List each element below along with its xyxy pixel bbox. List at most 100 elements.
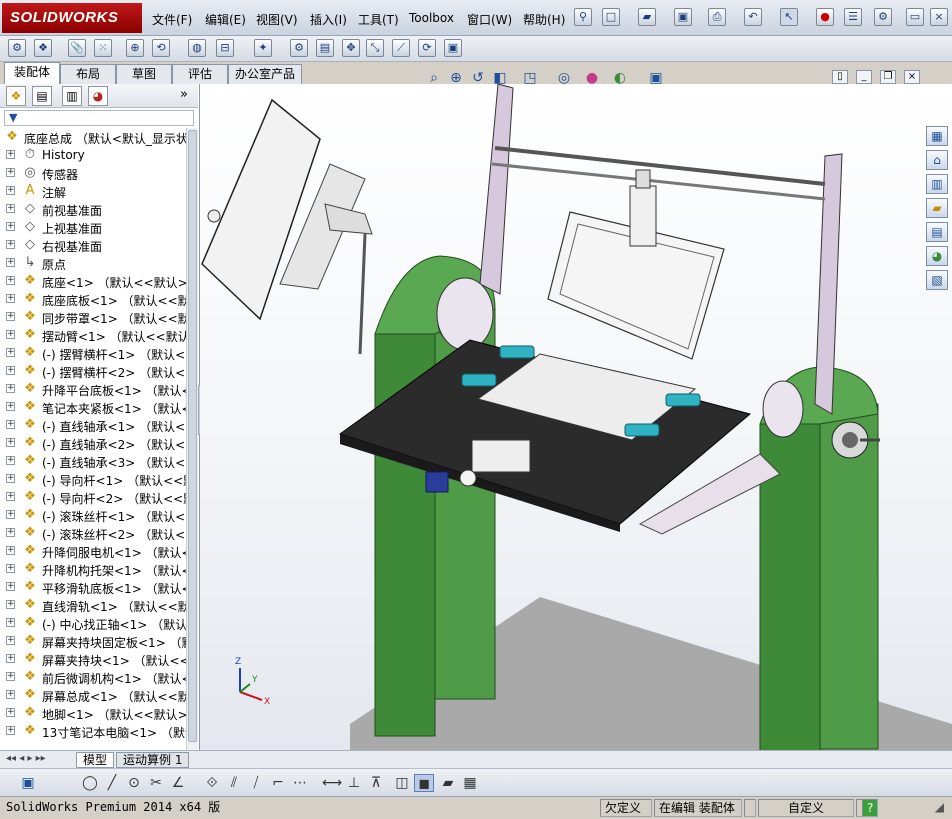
expand-toggle-icon[interactable]: + — [6, 420, 15, 429]
tree-scroll-thumb[interactable] — [188, 130, 197, 742]
explode-line-sketch-icon[interactable]: ⤡ — [366, 39, 384, 57]
insert-component-icon[interactable]: ⚙ — [8, 39, 26, 57]
menu-toolbox[interactable]: Toolbox — [409, 11, 454, 25]
tab-assembly[interactable]: 装配体 — [4, 62, 60, 84]
tree-item[interactable]: + ◇ 上视基准面 — [0, 218, 186, 236]
tab-office-products[interactable]: 办公室产品 — [228, 64, 302, 84]
expand-toggle-icon[interactable]: + — [6, 186, 15, 195]
tab-scroll-arrows-icon[interactable]: ◂◂ ◂ ▸ ▸▸ — [6, 753, 46, 764]
show-hidden-icon[interactable]: ◍ — [188, 39, 206, 57]
save-icon[interactable]: ▣ — [18, 774, 38, 792]
expand-toggle-icon[interactable]: + — [6, 366, 15, 375]
mate-icon[interactable]: 📎 — [68, 39, 86, 57]
construction-icon[interactable]: ⋯ — [290, 774, 310, 792]
menu-file[interactable]: 文件(F) — [152, 11, 192, 28]
relation-icon[interactable]: ⊥ — [344, 774, 364, 792]
file-properties-icon[interactable]: ☰ — [844, 8, 862, 26]
expand-toggle-icon[interactable]: + — [6, 654, 15, 663]
tree-item[interactable]: + ❖ 平移滑轨底板<1> （默认<< — [0, 578, 186, 596]
menu-window[interactable]: 窗口(W) — [467, 11, 512, 28]
offset-icon[interactable]: ⫽ — [224, 774, 244, 792]
file-explorer-icon[interactable]: ▰ — [926, 198, 948, 218]
viewport-restore-icon[interactable]: ❐ — [880, 70, 896, 84]
expand-toggle-icon[interactable]: + — [6, 384, 15, 393]
display-style-icon[interactable]: ◎ — [554, 68, 574, 88]
corner-icon[interactable]: ⌐ — [268, 774, 288, 792]
bill-of-materials-icon[interactable]: ▤ — [316, 39, 334, 57]
tree-item[interactable]: + ❖ 屏幕总成<1> （默认<<默认 — [0, 686, 186, 704]
tree-item[interactable]: + ❖ (-) 摆臂横杆<1> （默认<< — [0, 344, 186, 362]
display-manager-tab-icon[interactable]: ◕ — [88, 86, 108, 106]
undo-icon[interactable]: ↶ — [744, 8, 762, 26]
configuration-manager-tab-icon[interactable]: ▥ — [62, 86, 82, 106]
tree-filter-input[interactable]: ▼ — [4, 110, 194, 126]
tab-layout[interactable]: 布局 — [60, 64, 116, 84]
take-snapshot-icon[interactable]: ▣ — [444, 39, 462, 57]
expand-toggle-icon[interactable]: + — [6, 204, 15, 213]
section-view-icon[interactable]: ◧ — [490, 68, 510, 88]
tree-item[interactable]: + ❖ (-) 直线轴承<2> （默认<< — [0, 434, 186, 452]
tree-item[interactable]: + ↳ 原点 — [0, 254, 186, 272]
save-icon[interactable]: ▣ — [674, 8, 692, 26]
expand-toggle-icon[interactable]: + — [6, 726, 15, 735]
design-library-icon[interactable]: ▥ — [926, 174, 948, 194]
view-palette-icon[interactable]: ▤ — [926, 222, 948, 242]
tree-item[interactable]: + ❖ 底座底板<1> （默认<<默认 — [0, 290, 186, 308]
reference-geometry-icon[interactable]: ✦ — [254, 39, 272, 57]
tree-item[interactable]: + ❖ 摆动臂<1> （默认<<默认>_ — [0, 326, 186, 344]
status-units[interactable]: 自定义 — [758, 799, 854, 817]
expand-toggle-icon[interactable]: + — [6, 438, 15, 447]
convert-entities-icon[interactable]: ⟐ — [202, 774, 222, 792]
minimize-icon[interactable]: ▭ — [906, 8, 924, 26]
expand-toggle-icon[interactable]: + — [6, 222, 15, 231]
tree-item[interactable]: + ❖ (-) 滚珠丝杆<2> （默认<< — [0, 524, 186, 542]
tree-item[interactable]: + ❖ 屏幕夹持块固定板<1> （默 — [0, 632, 186, 650]
expand-toggle-icon[interactable]: + — [6, 546, 15, 555]
pin-icon[interactable]: ⚲ — [574, 8, 592, 26]
new-doc-icon[interactable]: □ — [602, 8, 620, 26]
print-icon[interactable]: ⎙ — [708, 8, 726, 26]
expand-toggle-icon[interactable]: + — [6, 636, 15, 645]
circle-icon[interactable]: ◯ — [80, 774, 100, 792]
view-cube-icon[interactable]: ◫ — [392, 774, 412, 792]
help-icon[interactable]: ? — [862, 799, 878, 817]
tree-item[interactable]: + ◇ 右视基准面 — [0, 236, 186, 254]
tree-item[interactable]: + ❖ (-) 摆臂横杆<2> （默认<< — [0, 362, 186, 380]
close-icon[interactable]: × — [930, 8, 948, 26]
new-motion-study-icon[interactable]: ⚙ — [290, 39, 308, 57]
expand-toggle-icon[interactable]: + — [6, 402, 15, 411]
menu-insert[interactable]: 插入(I) — [310, 11, 347, 28]
select-cursor-icon[interactable]: ↖ — [780, 8, 798, 26]
display-state-icon[interactable]: ▰ — [438, 774, 458, 792]
tree-item[interactable]: + ❖ 地脚<1> （默认<<默认>_显 — [0, 704, 186, 722]
expand-toggle-icon[interactable]: + — [6, 690, 15, 699]
viewport-tile-icon[interactable]: ▯ — [832, 70, 848, 84]
tree-item[interactable]: + ❖ 13寸笔记本电脑<1> （默认 — [0, 722, 186, 740]
resources-icon[interactable]: ▦ — [926, 126, 948, 146]
filter-funnel-icon[interactable]: ▼ — [9, 111, 17, 124]
tab-sketch[interactable]: 草图 — [116, 64, 172, 84]
tree-scrollbar[interactable] — [186, 128, 198, 750]
custom-properties-icon[interactable]: ▧ — [926, 270, 948, 290]
expand-toggle-icon[interactable]: + — [6, 348, 15, 357]
assembly-features-icon[interactable]: ⊟ — [216, 39, 234, 57]
update-speedpak-icon[interactable]: ⟳ — [418, 39, 436, 57]
zoom-to-fit-icon[interactable]: ⌕ — [424, 68, 444, 88]
center-point-icon[interactable]: ⊙ — [124, 774, 144, 792]
expand-toggle-icon[interactable]: + — [6, 492, 15, 501]
property-manager-tab-icon[interactable]: ▤ — [32, 86, 52, 106]
tree-item[interactable]: + ❖ 笔记本夹紧板<1> （默认<< — [0, 398, 186, 416]
expand-toggle-icon[interactable]: + — [6, 564, 15, 573]
expand-toggle-icon[interactable]: + — [6, 708, 15, 717]
expand-toggle-icon[interactable]: + — [6, 474, 15, 483]
shaded-cube-icon[interactable]: ◼ — [414, 774, 434, 792]
options-gear-icon[interactable]: ⚙ — [874, 8, 892, 26]
tree-item[interactable]: + ❖ 前后微调机构<1> （默认<< — [0, 668, 186, 686]
trim-icon[interactable]: ✂ — [146, 774, 166, 792]
scene-icon[interactable]: ◐ — [610, 68, 630, 88]
tree-item[interactable]: + ❖ (-) 直线轴承<3> （默认<< — [0, 452, 186, 470]
feature-manager-tab-icon[interactable]: ❖ — [6, 86, 26, 106]
tree-item[interactable]: + ❖ 升降机构托架<1> （默认<< — [0, 560, 186, 578]
expand-toggle-icon[interactable]: + — [6, 528, 15, 537]
view-orientation-icon[interactable]: ◳ — [520, 68, 540, 88]
